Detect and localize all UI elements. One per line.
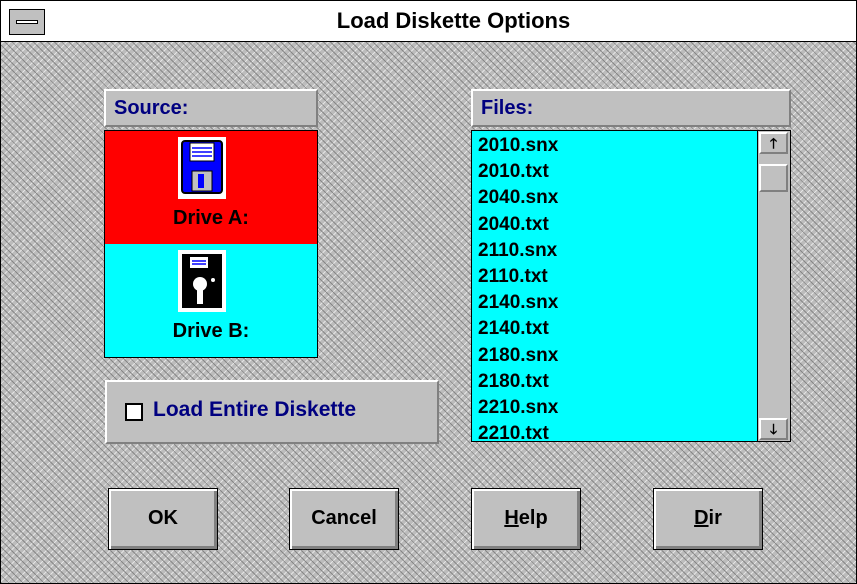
file-list-item[interactable]: 2180.txt — [478, 369, 754, 395]
load-entire-label[interactable]: Load Entire Diskette — [153, 398, 356, 422]
floppy-3.5-icon — [178, 137, 226, 199]
system-menu-button[interactable] — [9, 9, 45, 35]
files-scrollbar[interactable]: 🡑 🡓 — [757, 131, 790, 441]
file-list-item[interactable]: 2040.txt — [478, 212, 754, 238]
scroll-up-button[interactable]: 🡑 — [759, 132, 788, 154]
floppy-5.25-icon — [178, 250, 226, 312]
drive-b-label: Drive B: — [172, 320, 250, 342]
scroll-thumb[interactable] — [759, 164, 788, 192]
source-drive-list: Drive A: Drive B: — [104, 130, 318, 358]
dir-button[interactable]: Dir — [653, 488, 763, 550]
arrow-up-icon: 🡑 — [769, 135, 778, 151]
load-entire-group: Load Entire Diskette — [105, 380, 439, 444]
file-list-item[interactable]: 2210.snx — [478, 395, 754, 421]
file-list-item[interactable]: 2180.snx — [478, 343, 754, 369]
cancel-label: Cancel — [311, 507, 377, 529]
ok-button[interactable]: OK — [108, 488, 218, 550]
file-list: 2010.snx 2010.txt 2040.snx 2040.txt 2110.snx… — [478, 133, 754, 441]
help-button[interactable]: Help — [471, 488, 581, 550]
file-list-item[interactable]: 2110.txt — [478, 264, 754, 290]
system-menu-icon — [16, 20, 38, 24]
file-list-item[interactable]: 2210.txt — [478, 421, 754, 441]
drive-a-option[interactable]: Drive A: — [105, 131, 317, 244]
file-list-item[interactable]: 2010.txt — [478, 159, 754, 185]
files-listbox[interactable]: 2010.snx 2010.txt 2040.snx 2040.txt 2110.snx… — [471, 130, 791, 442]
files-label: Files: — [471, 89, 791, 127]
file-list-item[interactable]: 2110.snx — [478, 238, 754, 264]
arrow-down-icon: 🡓 — [769, 421, 778, 437]
load-diskette-dialog: Load Diskette Options Source: Drive A: D… — [0, 0, 857, 584]
file-list-item[interactable]: 2040.snx — [478, 185, 754, 211]
file-list-item[interactable]: 2140.snx — [478, 290, 754, 316]
load-entire-checkbox[interactable] — [125, 403, 143, 421]
source-label: Source: — [104, 89, 318, 127]
ok-label: OK — [148, 507, 178, 529]
help-mnemonic: H — [504, 507, 519, 529]
file-list-item[interactable]: 2010.snx — [478, 133, 754, 159]
file-list-item[interactable]: 2140.txt — [478, 316, 754, 342]
title-bar: Load Diskette Options — [1, 1, 856, 42]
help-label-rest: elp — [518, 507, 548, 529]
drive-b-option[interactable]: Drive B: — [105, 244, 317, 357]
window-title: Load Diskette Options — [336, 8, 571, 33]
dir-mnemonic: D — [694, 507, 709, 529]
cancel-button[interactable]: Cancel — [289, 488, 399, 550]
drive-a-label: Drive A: — [173, 207, 249, 229]
scroll-down-button[interactable]: 🡓 — [759, 418, 788, 440]
dir-label-rest: ir — [708, 507, 722, 529]
dialog-body: Source: Drive A: Drive B: Load Entire Di… — [1, 42, 856, 583]
